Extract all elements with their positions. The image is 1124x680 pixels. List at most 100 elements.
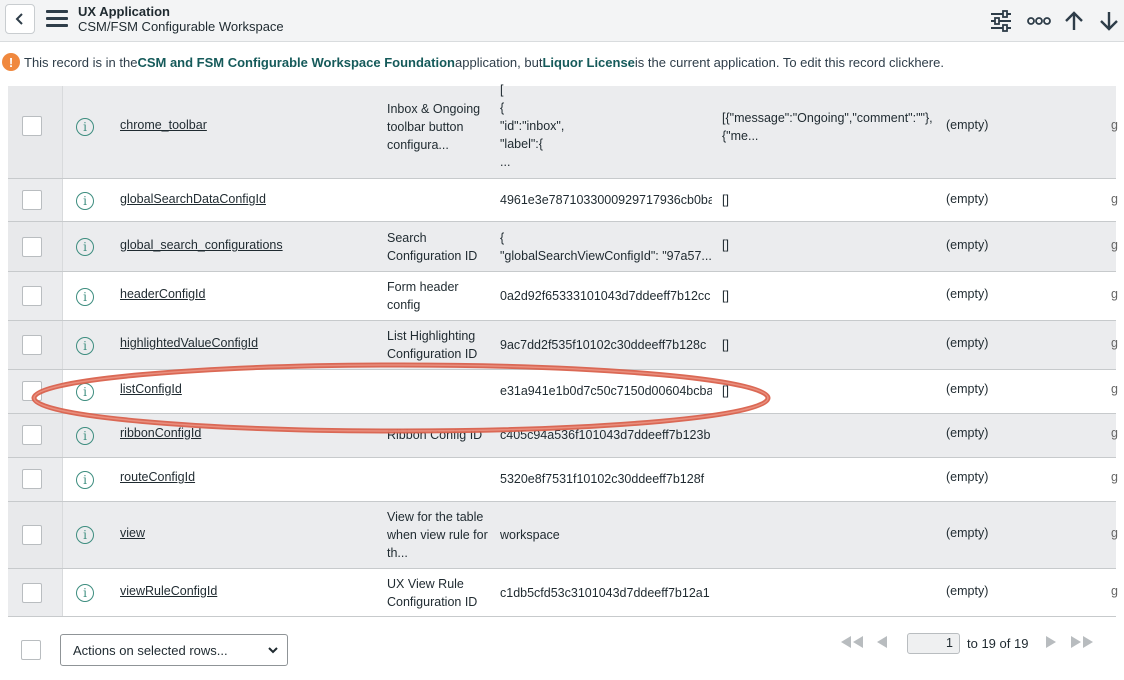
row-checkbox[interactable] — [22, 286, 42, 306]
table-row: i global_search_configurations Search Co… — [8, 222, 1118, 272]
record-name-link[interactable]: headerConfigId — [120, 287, 205, 301]
truncated-cell: g — [1111, 584, 1118, 598]
page-range-text: to 19 of 19 — [967, 636, 1029, 651]
next-page-icon[interactable] — [1045, 636, 1057, 651]
record-value: workspace — [500, 528, 560, 542]
table-row: i routeConfigId 5320e8f7531f10102c30ddee… — [8, 458, 1118, 502]
truncated-cell: g — [1111, 336, 1118, 350]
record-status: (empty) — [946, 470, 989, 484]
page-subtitle: CSM/FSM Configurable Workspace — [78, 19, 284, 34]
record-value: [ { "id":"inbox", "label":{ ... — [500, 83, 565, 169]
record-description: View for the table when view rule for th… — [387, 510, 488, 560]
record-status: (empty) — [946, 118, 989, 132]
record-status: (empty) — [946, 336, 989, 350]
row-checkbox[interactable] — [22, 525, 42, 545]
info-icon[interactable]: i — [76, 118, 94, 136]
info-icon[interactable]: i — [76, 427, 94, 445]
truncated-cell: g — [1111, 382, 1118, 396]
record-name-link[interactable]: routeConfigId — [120, 470, 195, 484]
settings-sliders-icon[interactable] — [988, 8, 1014, 34]
truncated-cell: g — [1111, 526, 1118, 540]
info-icon[interactable]: i — [76, 471, 94, 489]
info-icon[interactable]: i — [76, 383, 94, 401]
record-name-link[interactable]: ribbonConfigId — [120, 426, 201, 440]
more-icon[interactable] — [1026, 8, 1052, 34]
record-value: { "globalSearchViewConfigId": "97a57... — [500, 231, 712, 263]
row-checkbox[interactable] — [22, 583, 42, 603]
record-name-link[interactable]: view — [120, 526, 145, 540]
banner-prefix: This record is in the — [24, 54, 138, 70]
arrow-up-icon[interactable] — [1061, 8, 1087, 34]
banner-suffix: is the current application. To edit this… — [634, 54, 915, 70]
info-icon[interactable]: i — [76, 192, 94, 210]
record-name-link[interactable]: listConfigId — [120, 382, 182, 396]
truncated-cell: g — [1111, 118, 1118, 132]
record-name-link[interactable]: viewRuleConfigId — [120, 584, 217, 598]
first-page-icon[interactable] — [840, 636, 864, 651]
record-value: c405c94a536f101043d7ddeeff7b123b — [500, 428, 711, 442]
table-row: i ribbonConfigId Ribbon Config ID c405c9… — [8, 414, 1118, 458]
record-name-link[interactable]: highlightedValueConfigId — [120, 336, 258, 350]
record-value-2: [{"message":"Ongoing","comment":""},{"me… — [722, 111, 933, 143]
banner-edit-link[interactable]: here — [914, 55, 940, 70]
banner-scope-app: CSM and FSM Configurable Workspace Found… — [137, 54, 455, 70]
info-icon[interactable]: i — [76, 526, 94, 544]
back-icon — [15, 13, 23, 25]
table-row: i chrome_toolbar Inbox & Ongoing toolbar… — [8, 83, 1118, 179]
record-value-2: [] — [722, 289, 729, 303]
table-row: i listConfigId e31a941e1b0d7c50c7150d006… — [8, 370, 1118, 414]
record-name-link[interactable]: global_search_configurations — [120, 238, 283, 252]
warning-icon: ! — [2, 53, 20, 71]
truncated-cell: g — [1111, 470, 1118, 484]
table-row: i viewRuleConfigId UX View Rule Configur… — [8, 569, 1118, 617]
record-value-2: [] — [722, 238, 729, 252]
chevron-down-icon — [267, 644, 279, 659]
previous-page-icon[interactable] — [876, 636, 888, 651]
info-icon[interactable]: i — [76, 337, 94, 355]
row-checkbox[interactable] — [22, 190, 42, 210]
record-value: 5320e8f7531f10102c30ddeeff7b128f — [500, 472, 705, 486]
truncated-cell: g — [1111, 287, 1118, 301]
record-value: c1db5cfd53c3101043d7ddeeff7b12a1 — [500, 586, 710, 600]
arrow-down-icon[interactable] — [1096, 8, 1122, 34]
banner-end: . — [940, 54, 944, 70]
record-status: (empty) — [946, 192, 989, 206]
record-description: Form header config — [387, 280, 459, 312]
row-checkbox[interactable] — [22, 469, 42, 489]
actions-select-label: Actions on selected rows... — [73, 643, 228, 658]
page-title: UX Application — [78, 4, 170, 19]
back-button[interactable] — [5, 4, 35, 34]
row-checkbox[interactable] — [22, 335, 42, 355]
page-number-input[interactable]: 1 — [907, 633, 960, 654]
scope-warning-banner: ! This record is in the CSM and FSM Conf… — [0, 49, 1124, 75]
row-checkbox[interactable] — [22, 237, 42, 257]
menu-icon[interactable] — [46, 10, 68, 28]
record-description: Search Configuration ID — [387, 231, 478, 263]
record-value: 0a2d92f65333101043d7ddeeff7b12cc — [500, 289, 711, 303]
info-icon[interactable]: i — [76, 288, 94, 306]
row-checkbox[interactable] — [22, 116, 42, 136]
record-status: (empty) — [946, 584, 989, 598]
info-icon[interactable]: i — [76, 238, 94, 256]
row-checkbox[interactable] — [22, 381, 42, 401]
truncated-cell: g — [1111, 192, 1118, 206]
last-page-icon[interactable] — [1070, 636, 1094, 651]
banner-current-app: Liquor License — [542, 54, 635, 70]
record-name-link[interactable]: globalSearchDataConfigId — [120, 192, 266, 206]
record-value-2: [] — [722, 384, 729, 398]
table-row: i view View for the table when view rule… — [8, 502, 1118, 569]
record-value: 9ac7dd2f535f10102c30ddeeff7b128c — [500, 338, 707, 352]
info-icon[interactable]: i — [76, 584, 94, 602]
truncated-cell: g — [1111, 238, 1118, 252]
banner-middle: application, but — [455, 54, 543, 70]
actions-select[interactable]: Actions on selected rows... — [60, 634, 288, 666]
record-value-2: [] — [722, 338, 729, 352]
record-status: (empty) — [946, 526, 989, 540]
row-checkbox[interactable] — [22, 425, 42, 445]
record-name-link[interactable]: chrome_toolbar — [120, 118, 207, 132]
select-all-checkbox[interactable] — [21, 640, 41, 660]
title-block: UX Application CSM/FSM Configurable Work… — [78, 5, 284, 35]
record-description: List Highlighting Configuration ID — [387, 329, 478, 361]
record-description: Ribbon Config ID — [387, 428, 483, 442]
record-status: (empty) — [946, 382, 989, 396]
